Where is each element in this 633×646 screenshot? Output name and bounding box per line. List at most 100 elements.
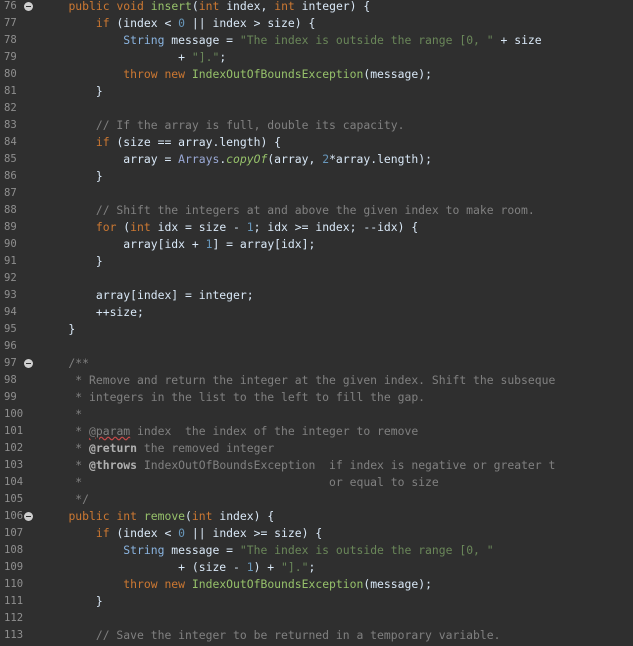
code-line[interactable]: 85 array = Arrays.copyOf(array, 2*array.…	[0, 151, 633, 168]
code-line[interactable]: 104 * or equal to size	[0, 474, 633, 491]
code-token: (	[116, 220, 131, 234]
code-line[interactable]: 111 }	[0, 593, 633, 610]
code-token: (message);	[363, 577, 432, 591]
line-number: 101	[4, 425, 24, 437]
code-line[interactable]: 83 // If the array is full, double its c…	[0, 117, 633, 134]
code-text: }	[41, 593, 103, 610]
code-line[interactable]: 94 ++size;	[0, 304, 633, 321]
line-number: 97	[4, 357, 17, 369]
code-line[interactable]: 110 throw new IndexOutOfBoundsException(…	[0, 576, 633, 593]
code-line[interactable]: 96	[0, 338, 633, 355]
code-line[interactable]: 100 *	[0, 406, 633, 423]
code-text: * Remove and return the integer at the g…	[41, 372, 555, 389]
fold-toggle-icon[interactable]	[24, 359, 33, 368]
code-token: @param	[89, 424, 131, 438]
code-token: (size == array.length) {	[109, 135, 282, 149]
code-line[interactable]: 84 if (size == array.length) {	[0, 134, 633, 151]
code-token: // Save the integer to be returned in a …	[41, 628, 501, 642]
code-text: }	[41, 253, 103, 270]
code-line[interactable]: 113 // Save the integer to be returned i…	[0, 627, 633, 644]
code-line[interactable]: 88 // Shift the integers at and above th…	[0, 202, 633, 219]
code-token: @return	[89, 441, 138, 455]
code-line[interactable]: 107 if (index < 0 || index >= size) {	[0, 525, 633, 542]
code-line[interactable]: 109 + (size - 1) + "].";	[0, 559, 633, 576]
line-number: 90	[4, 238, 17, 250]
code-token: ;	[308, 560, 316, 574]
code-token: (	[191, 0, 199, 13]
line-number: 87	[4, 187, 17, 199]
code-line[interactable]: 101 * @param index the index of the inte…	[0, 423, 633, 440]
code-line[interactable]: 95 }	[0, 321, 633, 338]
code-text: * integers in the list to the left to fi…	[41, 389, 425, 406]
code-token: int	[274, 0, 295, 13]
code-line[interactable]: 97 /**	[0, 355, 633, 372]
code-token: // Shift the integers at and above the g…	[41, 203, 535, 217]
code-text: if (index < 0 || index >= size) {	[41, 525, 322, 542]
code-token: (message);	[363, 67, 432, 81]
code-text: /**	[41, 355, 89, 372]
code-line[interactable]: 89 for (int idx = size - 1; idx >= index…	[0, 219, 633, 236]
code-token: int	[198, 0, 220, 13]
code-token: *	[41, 407, 83, 421]
code-token: + (size -	[41, 560, 247, 574]
code-token: * or equal to size	[41, 475, 439, 489]
code-line[interactable]: 93 array[index] = integer;	[0, 287, 633, 304]
code-token: new	[164, 67, 186, 81]
code-token: 0	[178, 526, 186, 540]
code-line[interactable]: 80 throw new IndexOutOfBoundsException(m…	[0, 66, 633, 83]
code-line[interactable]: 106 public int remove(int index) {	[0, 508, 633, 525]
code-token: "The index is outside the range [0, "	[239, 543, 494, 557]
code-line[interactable]: 112	[0, 610, 633, 627]
code-line[interactable]: 108 String message = "The index is outsi…	[0, 542, 633, 559]
line-number: 99	[4, 391, 17, 403]
code-line[interactable]: 102 * @return the removed integer	[0, 440, 633, 457]
code-line[interactable]: 90 array[idx + 1] = array[idx];	[0, 236, 633, 253]
code-token: *array.length);	[329, 152, 432, 166]
line-number: 113	[4, 629, 24, 641]
code-line[interactable]: 79 + "].";	[0, 49, 633, 66]
code-token: if	[95, 16, 110, 30]
code-line[interactable]: 105 */	[0, 491, 633, 508]
code-line[interactable]: 91 }	[0, 253, 633, 270]
line-number: 81	[4, 85, 17, 97]
code-line[interactable]: 98 * Remove and return the integer at th…	[0, 372, 633, 389]
code-line[interactable]: 77 if (index < 0 || index > size) {	[0, 15, 633, 32]
line-number: 105	[4, 493, 24, 505]
code-text: if (index < 0 || index > size) {	[41, 15, 315, 32]
code-line[interactable]: 99 * integers in the list to the left to…	[0, 389, 633, 406]
code-token: array =	[41, 152, 179, 166]
code-text: * @return the removed integer	[41, 440, 274, 457]
code-line[interactable]: 92	[0, 270, 633, 287]
code-token: */	[41, 492, 90, 506]
code-token: * Remove and return the integer at the g…	[41, 373, 556, 387]
code-text: throw new IndexOutOfBoundsException(mess…	[41, 66, 432, 83]
fold-toggle-icon[interactable]	[24, 2, 33, 11]
code-token: array[index] = integer;	[41, 288, 254, 302]
code-line[interactable]: 86 }	[0, 168, 633, 185]
code-text: public void insert(int index, int intege…	[41, 0, 370, 15]
code-line[interactable]: 81 }	[0, 83, 633, 100]
code-token: ;	[219, 50, 227, 64]
line-number: 108	[4, 544, 24, 556]
code-line[interactable]: 82	[0, 100, 633, 117]
code-editor[interactable]: 76 public void insert(int index, int int…	[0, 0, 633, 646]
code-text: + (size - 1) + "].";	[41, 559, 315, 576]
code-text: }	[41, 83, 103, 100]
code-token: integer) {	[294, 0, 371, 13]
code-line[interactable]: 76 public void insert(int index, int int…	[0, 0, 633, 15]
line-number: 77	[4, 17, 17, 29]
code-line[interactable]: 78 String message = "The index is outsid…	[0, 32, 633, 49]
fold-toggle-icon[interactable]	[24, 512, 33, 521]
code-token: if	[95, 526, 110, 540]
code-token: public	[68, 509, 110, 523]
code-line[interactable]: 103 * @throws IndexOutOfBoundsException …	[0, 457, 633, 474]
code-line[interactable]: 87	[0, 185, 633, 202]
code-text: * or equal to size	[41, 474, 439, 491]
code-text: // Save the integer to be returned in a …	[41, 627, 501, 644]
